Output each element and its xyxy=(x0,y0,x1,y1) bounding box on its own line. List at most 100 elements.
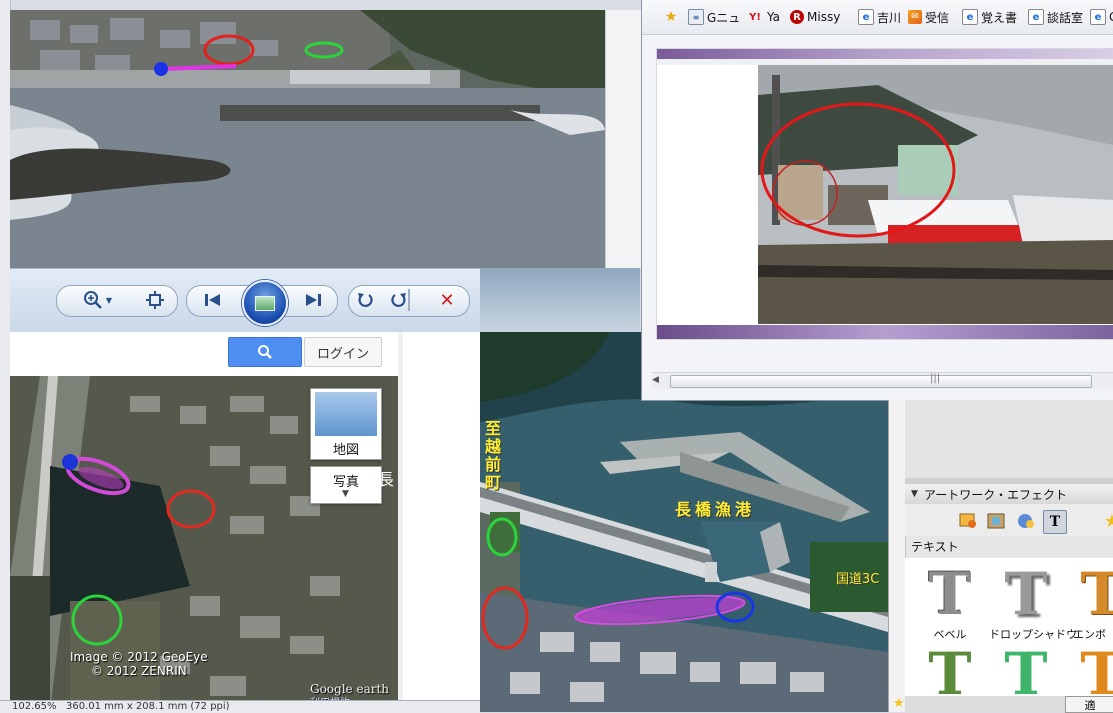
embedded-page-header xyxy=(657,49,1113,59)
previous-drawing xyxy=(205,294,220,306)
document-size: 360.01 mm x 208.1 mm (72 ppi) xyxy=(66,701,230,712)
map-type-map-button[interactable]: 地図 xyxy=(310,388,382,460)
favorites-star[interactable]: ★ xyxy=(664,8,678,26)
status-bar: 102.65% 360.01 mm x 208.1 mm (72 ppi) xyxy=(0,700,480,713)
browser-horizontal-scrollbar[interactable]: ◀ ||| xyxy=(652,372,1113,389)
effect-tile-5[interactable]: T xyxy=(989,642,1063,702)
favorite-label-2: Missy xyxy=(807,10,841,24)
scroll-left-icon[interactable]: ◀ xyxy=(652,375,659,385)
effects-toolbar: T ★ xyxy=(905,504,1113,536)
boat-photo xyxy=(758,65,1113,324)
label-harbor: 長橋漁港 xyxy=(675,500,756,519)
text-effects-icon[interactable]: T xyxy=(1043,510,1067,534)
toolbar-separator xyxy=(408,289,410,311)
search-icon xyxy=(258,345,272,359)
favorites-bar: ★ ≡Gニュ Y!Ya RMissy e吉川 ✉受信 e覚え書 e談話室 eG xyxy=(642,0,1113,35)
next-icon[interactable] xyxy=(302,289,324,311)
favorite-label-3: 吉川 xyxy=(877,10,902,25)
chevron-down-icon: ▼ xyxy=(342,489,349,499)
green-t-icon: T xyxy=(928,642,972,702)
favorite-item-0[interactable]: ≡ Gニュ xyxy=(688,8,740,26)
mail-icon: ✉ xyxy=(908,10,922,24)
effect-tile-emboss[interactable]: T エンボ xyxy=(1065,562,1113,642)
panel-footer: ★ 適 xyxy=(893,696,1113,713)
map-copyright: Image © 2012 GeoEye © 2012 ZENRIN xyxy=(70,650,208,678)
favorite-item-7[interactable]: eG xyxy=(1090,8,1113,26)
next-drawing xyxy=(306,294,321,306)
map-label-fragment: 長 xyxy=(378,470,395,489)
effect-tile-drop-shadow[interactable]: T ドロップシャドウ xyxy=(989,560,1077,642)
effect-tile-4[interactable]: T xyxy=(913,642,987,702)
browser-page xyxy=(656,48,1113,340)
blank-area xyxy=(403,332,480,712)
panel-title: アートワーク・エフェクト xyxy=(923,487,1067,502)
toolbar-background-blur xyxy=(480,268,640,332)
favorite-label-6: 談話室 xyxy=(1047,10,1084,25)
photo-effects-icon[interactable] xyxy=(957,510,979,532)
favorite-item-6[interactable]: e 談話室 xyxy=(1028,8,1083,26)
map-search-button[interactable] xyxy=(228,337,302,367)
apply-button[interactable]: 適 xyxy=(1065,696,1113,713)
effect-tile-bevel[interactable]: T ベベル xyxy=(913,562,987,642)
copyright-line-2: © 2012 ZENRIN xyxy=(90,664,187,678)
favorite-item-5[interactable]: e 覚え書 xyxy=(962,8,1017,26)
favorite-item-2[interactable]: R Missy xyxy=(790,8,840,26)
drop-shadow-t-icon: T xyxy=(1004,560,1048,628)
collapse-icon[interactable]: ▼ xyxy=(911,489,918,499)
rotate-clockwise-icon[interactable] xyxy=(388,289,410,311)
slideshow-icon[interactable] xyxy=(242,280,288,326)
artwork-effects-panel: ▼ アートワーク・エフェクト T ★ テキスト T ベベル T ドロップシャドウ… xyxy=(888,400,1113,713)
zoom-level: 102.65% xyxy=(12,701,57,712)
favorite-item-3[interactable]: e 吉川 xyxy=(858,8,901,26)
rotate-counterclockwise-icon[interactable] xyxy=(354,289,376,311)
layer-styles-icon[interactable] xyxy=(1015,510,1037,532)
zoom-dropdown-icon[interactable]: ▼ xyxy=(104,289,114,311)
effect-tile-6[interactable]: T xyxy=(1065,642,1113,702)
map-type-photo-label: 写真 xyxy=(332,475,359,490)
favorite-label-4: 受信 xyxy=(925,10,950,25)
favorite-label-0: Gニュ xyxy=(707,10,741,25)
rotate-ccw-drawing xyxy=(358,293,373,307)
gradient-t-icon: T xyxy=(1004,642,1048,702)
bevel-t-icon: T xyxy=(928,560,972,628)
favorite-label-7: G xyxy=(1109,10,1113,24)
panel-header[interactable]: ▼ アートワーク・エフェクト xyxy=(905,484,1113,505)
scrollbar-thumb[interactable] xyxy=(670,375,1092,388)
frames-icon[interactable] xyxy=(985,510,1007,532)
delete-icon[interactable]: ✕ xyxy=(436,289,458,311)
effects-grid: T ベベル T ドロップシャドウ T エンボ T T T xyxy=(905,558,1113,708)
fit-window-drawing xyxy=(146,291,164,309)
favorite-item-4[interactable]: ✉ 受信 xyxy=(908,8,949,26)
favorites-icon[interactable]: ★ xyxy=(1101,510,1113,532)
favorites-footer-icon[interactable]: ★ xyxy=(893,696,905,711)
label-direction: 至越前町 xyxy=(485,419,502,492)
layer-styles-drawing xyxy=(1018,514,1034,528)
browser-window: ★ ≡Gニュ Y!Ya RMissy e吉川 ✉受信 e覚え書 e談話室 eG xyxy=(641,0,1113,401)
embedded-page-footer xyxy=(657,325,1113,339)
effect-label: ドロップシャドウ xyxy=(989,628,1077,641)
map-type-photo-button[interactable]: 写真 ▼ xyxy=(310,466,382,504)
fit-window-icon[interactable] xyxy=(144,289,166,311)
effect-label: エンボ xyxy=(1073,628,1106,641)
ie-page-icon: e xyxy=(858,9,874,25)
photo-side-panel xyxy=(605,10,641,268)
panel-upper-area xyxy=(905,400,1113,478)
zoom-icon[interactable] xyxy=(82,289,104,311)
favorites-star-icon: ★ xyxy=(664,9,678,25)
r-logo-icon: R xyxy=(790,10,804,24)
harbor-photo-drawing xyxy=(10,10,605,268)
photo-effects-drawing xyxy=(959,513,976,528)
login-button[interactable]: ログイン xyxy=(304,337,382,367)
ie-page-icon: e xyxy=(1090,9,1106,25)
scroll-grip: ||| xyxy=(930,373,941,384)
orange-t-icon: T xyxy=(1080,642,1113,702)
panel-left-gutter xyxy=(889,400,906,712)
favorite-item-1[interactable]: Y! Ya xyxy=(746,8,780,26)
frames-drawing xyxy=(987,513,1005,529)
section-label: テキスト xyxy=(911,540,959,554)
label-road: 国道3C xyxy=(836,572,880,587)
previous-icon[interactable] xyxy=(202,289,224,311)
copyright-line-1: Image © 2012 GeoEye xyxy=(70,650,208,664)
map-type-map-label: 地図 xyxy=(332,443,359,458)
ie-page-icon: e xyxy=(962,9,978,25)
